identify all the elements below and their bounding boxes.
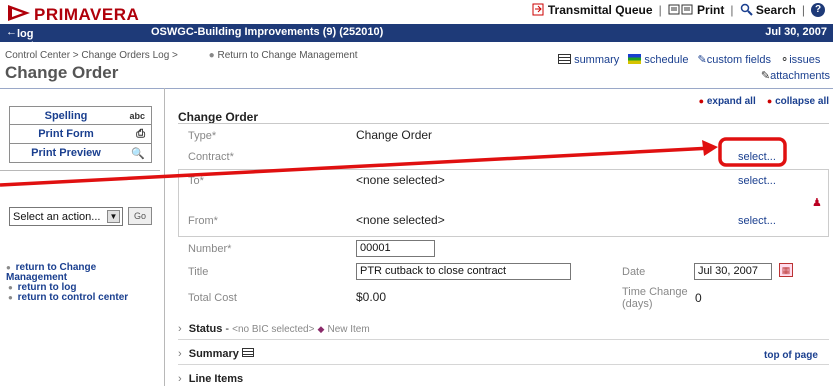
- primavera-logo-icon: [8, 5, 30, 21]
- from-value: <none selected>: [356, 213, 445, 227]
- to-from-box: [178, 169, 829, 237]
- summary-section-toggle[interactable]: › Summary: [178, 348, 254, 360]
- summary-tool[interactable]: summary: [558, 54, 619, 66]
- return-to-control-center-link[interactable]: ● return to control center: [6, 293, 176, 303]
- help-button[interactable]: ?: [811, 3, 825, 17]
- print-link[interactable]: Print: [668, 3, 724, 17]
- contacts-icon[interactable]: ♟: [812, 196, 822, 209]
- section-title: Change Order: [178, 110, 259, 124]
- chevron-down-icon: ▼: [107, 210, 120, 223]
- section-rule: [178, 364, 829, 365]
- to-label: To*: [188, 175, 204, 187]
- summary-icon: [241, 348, 254, 357]
- time-change-label: Time Change (days): [622, 286, 688, 310]
- contract-label: Contract*: [188, 151, 234, 163]
- breadcrumb-path[interactable]: Control Center > Change Orders Log >: [5, 50, 178, 61]
- attachments-tool[interactable]: ✎attachments: [761, 70, 830, 82]
- attach-icon: ⚬: [780, 54, 790, 66]
- time-change-value: 0: [695, 291, 702, 305]
- left-nav-links: ● return to Change Management ● return t…: [6, 263, 176, 303]
- line-items-section-toggle[interactable]: › Line Items: [178, 373, 243, 385]
- preview-icon: 🔍: [131, 147, 145, 160]
- type-value: Change Order: [356, 128, 433, 142]
- project-name: OSWGC-Building Improvements (9) (252010): [151, 26, 384, 38]
- pencil-icon: ✎: [697, 54, 707, 66]
- custom-fields-tool[interactable]: ✎custom fields: [698, 54, 771, 66]
- summary-icon: [558, 54, 571, 64]
- current-date: Jul 30, 2007: [765, 26, 827, 38]
- status-section-toggle[interactable]: › Status - <no BIC selected> ◆ New Item: [178, 323, 370, 335]
- transmittal-queue-link[interactable]: Transmittal Queue: [532, 3, 653, 17]
- diamond-icon: ◆: [317, 324, 325, 334]
- expand-all-link[interactable]: ● expand all: [699, 96, 756, 107]
- schedule-icon: [628, 54, 642, 64]
- number-label: Number*: [188, 243, 232, 255]
- chevron-right-icon: ›: [178, 373, 182, 385]
- brand-logo-text: PRIMAVERA: [34, 5, 140, 24]
- sidebar-divider: [0, 170, 160, 171]
- contract-select-link[interactable]: select...: [738, 151, 776, 163]
- return-to-change-management-nav[interactable]: ● return to Change Management: [6, 263, 146, 283]
- go-button[interactable]: Go: [128, 207, 152, 225]
- from-select-link[interactable]: select...: [738, 215, 776, 227]
- search-icon: [740, 3, 753, 16]
- total-cost-value: $0.00: [356, 290, 387, 304]
- issues-tool[interactable]: ⚬issues: [780, 54, 820, 66]
- sidebar-actions: Spelling abc Print Form ⎙ Print Preview …: [9, 106, 152, 163]
- breadcrumb: Control Center > Change Orders Log > ● R…: [5, 50, 358, 61]
- record-tools: summary schedule ✎custom fields ⚬issues …: [558, 52, 830, 84]
- number-input[interactable]: 00001: [356, 240, 435, 257]
- collapse-all-link[interactable]: ● collapse all: [767, 96, 829, 107]
- edit-icon: ✎: [760, 70, 771, 82]
- title-label: Title: [188, 266, 209, 278]
- printer-icon: ⎙: [136, 127, 145, 140]
- date-label: Date: [622, 266, 646, 278]
- section-divider: [178, 123, 829, 124]
- chevron-right-icon: ›: [178, 348, 182, 360]
- top-of-page-link[interactable]: top of page: [764, 350, 818, 361]
- header-divider: [0, 88, 833, 89]
- title-input[interactable]: PTR cutback to close contract: [356, 263, 571, 280]
- page-title: Change Order: [5, 63, 119, 82]
- action-select[interactable]: Select an action... ▼: [9, 207, 123, 226]
- schedule-tool[interactable]: schedule: [628, 54, 688, 66]
- project-bar: ← log out OSWGC-Building Improvements (9…: [0, 24, 833, 52]
- vertical-divider: [164, 88, 165, 386]
- calendar-icon[interactable]: ▦: [779, 263, 793, 277]
- search-link[interactable]: Search: [740, 3, 796, 17]
- spelling-button[interactable]: Spelling abc: [9, 106, 152, 125]
- document-arrow-icon: [532, 3, 544, 16]
- print-icon: [668, 4, 693, 15]
- logout-link[interactable]: ← log out: [6, 26, 34, 52]
- from-label: From*: [188, 215, 218, 227]
- total-cost-label: Total Cost: [188, 292, 237, 304]
- type-label: Type*: [188, 130, 217, 142]
- to-select-link[interactable]: select...: [738, 175, 776, 187]
- date-input[interactable]: Jul 30, 2007: [694, 263, 772, 280]
- chevron-right-icon: ›: [178, 323, 182, 335]
- top-links: Transmittal Queue | Print | Search | ?: [532, 3, 825, 17]
- section-rule: [178, 339, 829, 340]
- print-preview-button[interactable]: Print Preview 🔍: [9, 144, 152, 163]
- expand-collapse-links: ● expand all ● collapse all: [699, 96, 829, 107]
- spellcheck-icon: abc: [129, 110, 145, 121]
- return-to-change-management-link[interactable]: ● Return to Change Management: [209, 50, 358, 61]
- to-value: <none selected>: [356, 173, 445, 187]
- print-form-button[interactable]: Print Form ⎙: [9, 125, 152, 144]
